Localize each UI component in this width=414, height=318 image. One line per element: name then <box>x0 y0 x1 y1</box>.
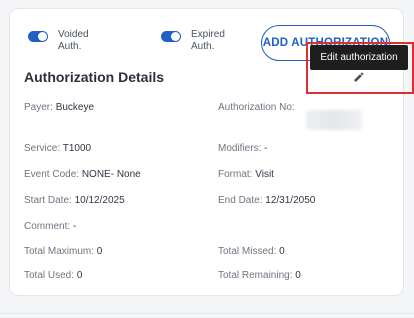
comment-field: Comment: - <box>24 221 76 232</box>
modifiers-label: Modifiers: <box>218 143 262 154</box>
service-field: Service: T1000 <box>24 143 91 154</box>
service-label: Service: <box>24 143 61 154</box>
comment-label: Comment: <box>24 221 71 232</box>
total-missed-label: Total Missed: <box>218 246 277 257</box>
expired-auth-label: Expired Auth. <box>191 29 225 52</box>
event-code-field: Event Code: NONE- None <box>24 169 141 180</box>
service-value: T1000 <box>62 143 92 154</box>
voided-auth-toggle[interactable] <box>28 31 48 42</box>
total-remaining-label: Total Remaining: <box>218 270 293 281</box>
total-used-value: 0 <box>76 270 83 281</box>
format-value: Visit <box>255 169 274 180</box>
authorization-no-label: Authorization No: <box>218 102 295 113</box>
total-used-label: Total Used: <box>24 270 75 281</box>
expired-auth-toggle-group[interactable]: Expired Auth. <box>161 29 236 53</box>
end-date-field: End Date: 12/31/2050 <box>218 195 315 206</box>
event-code-label: Event Code: <box>24 169 80 180</box>
divider <box>0 313 414 314</box>
total-maximum-label: Total Maximum: <box>24 246 95 257</box>
format-label: Format: <box>218 169 253 180</box>
total-maximum-field: Total Maximum: 0 <box>24 246 102 257</box>
voided-auth-label: Voided Auth. <box>58 29 89 52</box>
payer-field: Payer: Buckeye <box>24 102 94 113</box>
total-remaining-value: 0 <box>295 270 301 281</box>
end-date-value: 12/31/2050 <box>265 195 316 206</box>
payer-label: Payer: <box>24 102 53 113</box>
modifiers-value: - <box>264 143 268 154</box>
payer-value: Buckeye <box>55 102 95 113</box>
total-missed-value: 0 <box>279 246 285 257</box>
total-missed-field: Total Missed: 0 <box>218 246 285 257</box>
redacted-authorization-number <box>306 110 362 130</box>
modifiers-field: Modifiers: - <box>218 143 267 154</box>
format-field: Format: Visit <box>218 169 274 180</box>
start-date-label: Start Date: <box>24 195 72 206</box>
total-maximum-value: 0 <box>96 246 103 257</box>
end-date-label: End Date: <box>218 195 263 206</box>
edit-highlight-box <box>306 42 414 94</box>
comment-value: - <box>72 221 77 232</box>
voided-auth-toggle-group[interactable]: Voided Auth. <box>28 29 103 53</box>
event-code-value: NONE- None <box>81 169 141 180</box>
authorization-no-field: Authorization No: <box>218 102 295 113</box>
total-used-field: Total Used: 0 <box>24 270 82 281</box>
total-remaining-field: Total Remaining: 0 <box>218 270 301 281</box>
expired-auth-toggle[interactable] <box>161 31 181 42</box>
start-date-field: Start Date: 10/12/2025 <box>24 195 125 206</box>
section-title: Authorization Details <box>24 69 165 85</box>
start-date-value: 10/12/2025 <box>74 195 125 206</box>
